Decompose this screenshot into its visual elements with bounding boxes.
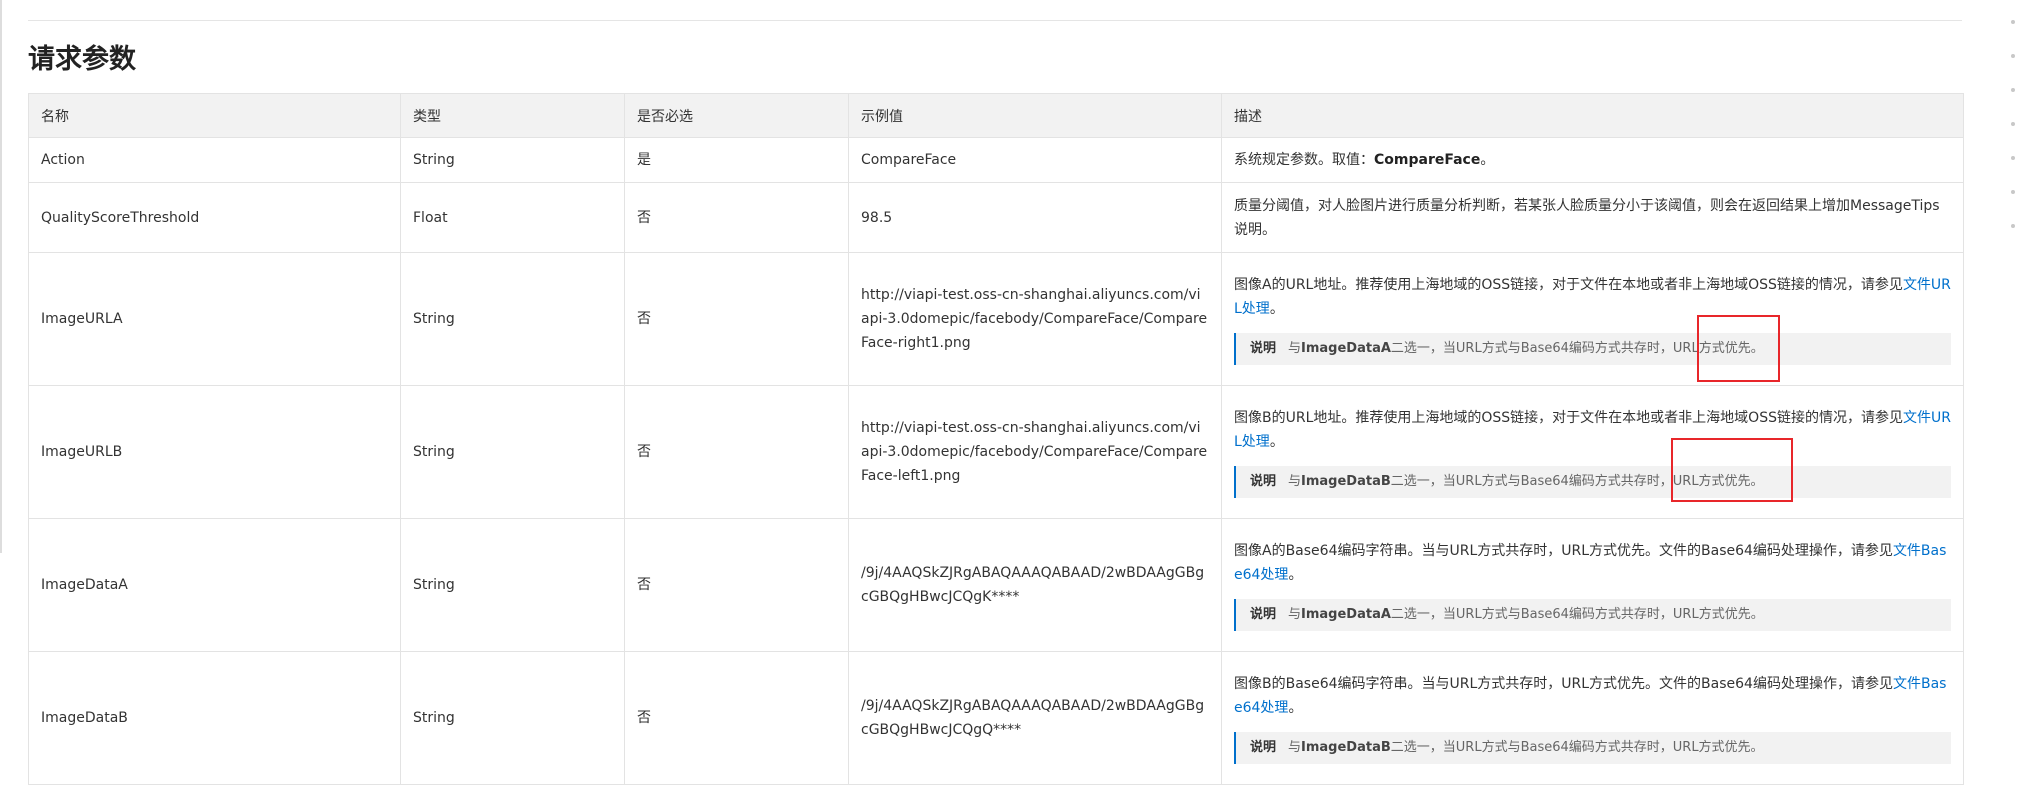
- right-scroll-nav: [2011, 20, 2017, 258]
- param-required: 否: [624, 182, 849, 253]
- note-bold-param: ImageDataB: [1301, 474, 1391, 489]
- param-name: ImageDataA: [28, 518, 401, 652]
- param-type: String: [400, 651, 625, 785]
- desc-text-end: 。: [1480, 152, 1495, 168]
- param-type: String: [400, 385, 625, 519]
- param-required: 否: [624, 518, 849, 652]
- note-callout: 说明 与ImageDataA二选一，当URL方式与Base64编码方式共存时，UR…: [1234, 333, 1951, 365]
- nav-dot-icon[interactable]: [2011, 190, 2015, 194]
- column-header-name: 名称: [28, 93, 401, 138]
- note-text: 与: [1288, 607, 1302, 622]
- nav-dot-icon[interactable]: [2011, 156, 2015, 160]
- doc-page: 请求参数 名称 类型 是否必选 示例值 描述 Action String 是 C…: [0, 0, 2021, 799]
- note-label: 说明: [1250, 740, 1277, 755]
- note-text-end: 二选一，当URL方式与Base64编码方式共存时，URL方式优先。: [1390, 341, 1764, 356]
- note-label: 说明: [1250, 341, 1277, 356]
- nav-dot-icon[interactable]: [2011, 20, 2015, 24]
- param-required: 否: [624, 651, 849, 785]
- param-name: Action: [28, 137, 401, 183]
- table-row: QualityScoreThreshold Float 否 98.5 质量分阈值…: [28, 182, 1964, 253]
- table-header-row: 名称 类型 是否必选 示例值 描述: [28, 93, 1964, 138]
- table-row: ImageURLA String 否 http://viapi-test.oss…: [28, 252, 1964, 386]
- param-name: QualityScoreThreshold: [28, 182, 401, 253]
- column-header-example: 示例值: [848, 93, 1222, 138]
- note-callout: 说明 与ImageDataB二选一，当URL方式与Base64编码方式共存时，UR…: [1234, 466, 1951, 498]
- param-required: 否: [624, 252, 849, 386]
- column-header-type: 类型: [400, 93, 625, 138]
- param-name: ImageDataB: [28, 651, 401, 785]
- desc-text: 图像B的URL地址。推荐使用上海地域的OSS链接，对于文件在本地或者非上海地域O…: [1234, 410, 1903, 426]
- param-description: 图像A的Base64编码字符串。当与URL方式共存时，URL方式优先。文件的Ba…: [1221, 518, 1964, 652]
- left-edge-divider: [0, 0, 2, 553]
- param-type: String: [400, 252, 625, 386]
- note-text: 与: [1288, 474, 1302, 489]
- column-header-required: 是否必选: [624, 93, 849, 138]
- column-header-description: 描述: [1221, 93, 1964, 138]
- note-bold-param: ImageDataB: [1301, 740, 1391, 755]
- note-text: 与: [1288, 341, 1302, 356]
- note-callout: 说明 与ImageDataA二选一，当URL方式与Base64编码方式共存时，UR…: [1234, 599, 1951, 631]
- param-name: ImageURLA: [28, 252, 401, 386]
- desc-text-end: 。: [1269, 434, 1284, 450]
- param-description: 图像B的Base64编码字符串。当与URL方式共存时，URL方式优先。文件的Ba…: [1221, 651, 1964, 785]
- param-required: 否: [624, 385, 849, 519]
- param-example: http://viapi-test.oss-cn-shanghai.aliyun…: [848, 385, 1222, 519]
- table-row: Action String 是 CompareFace 系统规定参数。取值：Co…: [28, 137, 1964, 183]
- top-divider: [28, 20, 1962, 21]
- param-description: 图像A的URL地址。推荐使用上海地域的OSS链接，对于文件在本地或者非上海地域O…: [1221, 252, 1964, 386]
- param-example: /9j/4AAQSkZJRgABAQAAAQABAAD/2wBDAAgGBgcG…: [848, 518, 1222, 652]
- param-description: 质量分阈值，对人脸图片进行质量分析判断，若某张人脸质量分小于该阈值，则会在返回结…: [1221, 182, 1964, 253]
- desc-text: 图像B的Base64编码字符串。当与URL方式共存时，URL方式优先。文件的Ba…: [1234, 676, 1893, 692]
- note-text-end: 二选一，当URL方式与Base64编码方式共存时，URL方式优先。: [1390, 474, 1764, 489]
- desc-text: 图像A的Base64编码字符串。当与URL方式共存时，URL方式优先。文件的Ba…: [1234, 543, 1893, 559]
- nav-dot-icon[interactable]: [2011, 224, 2015, 228]
- desc-text-end: 。: [1288, 567, 1303, 583]
- note-bold-param: ImageDataA: [1301, 607, 1391, 622]
- desc-text: 系统规定参数。取值：: [1234, 152, 1374, 168]
- desc-text: 质量分阈值，对人脸图片进行质量分析判断，若某张人脸质量分小于该阈值，则会在返回结…: [1234, 197, 1940, 238]
- param-description: 图像B的URL地址。推荐使用上海地域的OSS链接，对于文件在本地或者非上海地域O…: [1221, 385, 1964, 519]
- nav-dot-icon[interactable]: [2011, 122, 2015, 126]
- note-text-end: 二选一，当URL方式与Base64编码方式共存时，URL方式优先。: [1390, 607, 1764, 622]
- param-name: ImageURLB: [28, 385, 401, 519]
- param-description: 系统规定参数。取值：CompareFace。: [1221, 137, 1964, 183]
- section-heading: 请求参数: [28, 44, 136, 75]
- param-example: /9j/4AAQSkZJRgABAQAAAQABAAD/2wBDAAgGBgcG…: [848, 651, 1222, 785]
- note-bold-param: ImageDataA: [1301, 341, 1391, 356]
- desc-text: 图像A的URL地址。推荐使用上海地域的OSS链接，对于文件在本地或者非上海地域O…: [1234, 277, 1903, 293]
- desc-text-end: 。: [1288, 700, 1303, 716]
- note-callout: 说明 与ImageDataB二选一，当URL方式与Base64编码方式共存时，UR…: [1234, 732, 1951, 764]
- param-required: 是: [624, 137, 849, 183]
- note-label: 说明: [1250, 607, 1277, 622]
- table-row: ImageURLB String 否 http://viapi-test.oss…: [28, 385, 1964, 519]
- desc-text-end: 。: [1269, 301, 1284, 317]
- param-example: CompareFace: [848, 137, 1222, 183]
- note-label: 说明: [1250, 474, 1277, 489]
- nav-dot-icon[interactable]: [2011, 54, 2015, 58]
- param-type: String: [400, 518, 625, 652]
- request-params-table: 名称 类型 是否必选 示例值 描述 Action String 是 Compar…: [28, 93, 1964, 785]
- param-type: String: [400, 137, 625, 183]
- desc-bold-value: CompareFace: [1374, 152, 1481, 168]
- table-row: ImageDataA String 否 /9j/4AAQSkZJRgABAQAA…: [28, 518, 1964, 652]
- param-example: http://viapi-test.oss-cn-shanghai.aliyun…: [848, 252, 1222, 386]
- nav-dot-icon[interactable]: [2011, 88, 2015, 92]
- note-text-end: 二选一，当URL方式与Base64编码方式共存时，URL方式优先。: [1390, 740, 1764, 755]
- param-type: Float: [400, 182, 625, 253]
- table-row: ImageDataB String 否 /9j/4AAQSkZJRgABAQAA…: [28, 651, 1964, 785]
- note-text: 与: [1288, 740, 1302, 755]
- param-example: 98.5: [848, 182, 1222, 253]
